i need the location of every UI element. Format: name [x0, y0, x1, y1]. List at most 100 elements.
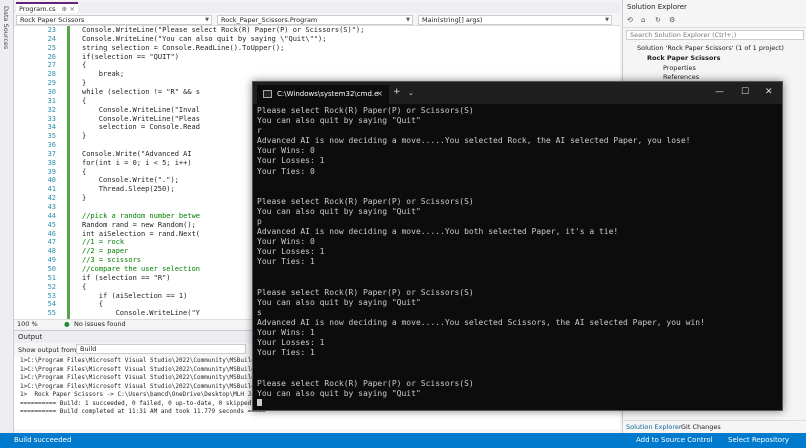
code-text: selection = Console.Read — [98, 123, 200, 132]
code-line[interactable]: 24 Console.WriteLine("You can also quit b… — [14, 35, 620, 44]
line-number: 28 — [47, 70, 56, 79]
line-number: 25 — [47, 43, 56, 52]
properties-node[interactable]: Properties — [663, 64, 696, 72]
data-sources-label[interactable]: Data Sources — [2, 6, 10, 49]
check-icon: ● — [64, 320, 70, 328]
terminal-scrollbar[interactable] — [775, 106, 780, 406]
line-number: 30 — [47, 87, 56, 96]
line-number: 49 — [47, 256, 56, 265]
tab-program-cs[interactable]: Program.cs ⊕ × — [16, 2, 78, 13]
project-node[interactable]: Rock Paper Scissors — [647, 54, 720, 62]
terminal-tab[interactable]: C:\Windows\system32\cmd.e × — [257, 85, 389, 104]
code-text: break; — [98, 70, 125, 79]
line-number: 36 — [47, 141, 56, 150]
terminal-output[interactable]: Please select Rock(R) Paper(P) or Scisso… — [257, 106, 777, 406]
solution-node[interactable]: Solution 'Rock Paper Scissors' (1 of 1 p… — [637, 44, 784, 52]
document-tab-strip: Program.cs ⊕ × — [14, 2, 620, 13]
code-text: } — [82, 194, 87, 203]
line-number: 54 — [47, 300, 56, 309]
code-line[interactable]: 28 break; — [14, 70, 620, 79]
minimize-icon[interactable]: — — [715, 87, 724, 97]
member-dropdown[interactable]: Main(string[] args) ▼ — [418, 15, 612, 25]
project-dropdown-value: Rock Paper Scissors — [20, 16, 85, 24]
code-text: if(selection == "QUIT") — [82, 52, 179, 61]
data-sources-sidebar[interactable]: Data Sources — [0, 0, 14, 433]
line-number: 31 — [47, 96, 56, 105]
cmd-icon — [263, 90, 272, 98]
home-icon[interactable]: ⌂ — [641, 16, 645, 24]
select-repository[interactable]: Select Repository — [728, 436, 789, 444]
code-line[interactable]: 26 if(selection == "QUIT") — [14, 53, 620, 62]
issues-status[interactable]: No issues found — [74, 320, 126, 328]
code-line[interactable]: 25 string selection = Console.ReadLine().… — [14, 44, 620, 53]
line-number: 43 — [47, 203, 56, 211]
terminal-titlebar[interactable]: C:\Windows\system32\cmd.e × + ⌄ — ☐ ✕ — [253, 82, 782, 104]
line-number: 53 — [47, 291, 56, 300]
add-to-source-control[interactable]: Add to Source Control — [636, 436, 713, 444]
code-text: { — [82, 167, 87, 176]
code-text: int aiSelection = rand.Next( — [82, 229, 201, 238]
class-dropdown[interactable]: Rock_Paper_Scissors.Program ▼ — [217, 15, 413, 25]
code-text: } — [82, 132, 87, 141]
code-line[interactable]: 27 { — [14, 61, 620, 70]
navigation-bar: Rock Paper Scissors ▼ Rock_Paper_Scissor… — [14, 13, 620, 26]
code-text: Console.WriteLine("You can also quit by … — [82, 34, 327, 43]
line-number: 55 — [47, 309, 56, 318]
close-tab-icon[interactable]: × — [376, 89, 383, 98]
line-number: 41 — [47, 185, 56, 194]
settings-icon[interactable]: ⚙ — [669, 16, 675, 24]
code-text: //1 = rock — [82, 238, 125, 247]
output-source-dropdown[interactable]: Build — [76, 344, 246, 354]
terminal-cursor — [257, 398, 262, 406]
zoom-level[interactable]: 100 % — [17, 320, 38, 328]
solution-explorer-title: Solution Explorer — [627, 3, 687, 11]
line-number: 45 — [47, 220, 56, 229]
code-text: //pick a random number betwe — [82, 211, 201, 220]
line-number: 38 — [47, 158, 56, 167]
tab-solution-explorer[interactable]: Solution Explorer — [626, 423, 682, 431]
line-number: 39 — [47, 167, 56, 176]
line-number: 42 — [47, 194, 56, 203]
chevron-down-icon[interactable]: ⌄ — [408, 89, 414, 97]
new-tab-icon[interactable]: + — [393, 87, 401, 97]
code-text: for(int i = 0; i < 5; i++) — [82, 158, 192, 167]
line-number: 40 — [47, 176, 56, 185]
code-text: //3 = scissors — [82, 256, 142, 265]
close-tab-icon[interactable]: × — [70, 5, 75, 13]
solution-explorer-search[interactable]: Search Solution Explorer (Ctrl+;) — [626, 30, 804, 40]
line-number: 50 — [47, 264, 56, 273]
code-text: while (selection != "R" && s — [82, 87, 201, 96]
chevron-down-icon: ▼ — [605, 17, 609, 23]
code-line[interactable]: 23 Console.WriteLine("Please select Rock(… — [14, 26, 620, 35]
line-number: 52 — [47, 282, 56, 291]
references-node[interactable]: References — [663, 73, 699, 81]
line-number: 27 — [47, 61, 56, 70]
solution-explorer-toolbar: ⟲ ⌂ ↻ ⚙ — [623, 13, 806, 28]
project-dropdown[interactable]: Rock Paper Scissors ▼ — [16, 15, 212, 25]
maximize-icon[interactable]: ☐ — [741, 87, 749, 97]
pin-icon[interactable]: ⊕ — [62, 5, 67, 13]
line-number: 35 — [47, 132, 56, 141]
tab-git-changes[interactable]: Git Changes — [681, 423, 721, 431]
chevron-down-icon: ▼ — [406, 17, 410, 23]
chevron-down-icon: ▼ — [205, 17, 209, 23]
terminal-window[interactable]: C:\Windows\system32\cmd.e × + ⌄ — ☐ ✕ Pl… — [252, 81, 783, 411]
solution-explorer-tabs: Solution Explorer Git Changes — [623, 420, 806, 433]
refresh-icon[interactable]: ↻ — [655, 16, 661, 24]
line-number: 32 — [47, 105, 56, 114]
line-number: 44 — [47, 211, 56, 220]
code-text: { — [82, 96, 87, 105]
output-source-value: Build — [80, 345, 97, 353]
code-text: Console.Write("Advanced AI — [82, 149, 192, 158]
code-text: } — [82, 79, 87, 88]
sync-icon[interactable]: ⟲ — [627, 16, 633, 24]
show-output-from-label: Show output from: — [18, 346, 79, 354]
terminal-tab-title: C:\Windows\system32\cmd.e — [277, 90, 379, 98]
close-window-icon[interactable]: ✕ — [765, 87, 773, 97]
line-number: 48 — [47, 247, 56, 256]
code-text: //compare the user selection — [82, 264, 201, 273]
code-text: { — [98, 300, 104, 309]
line-number: 23 — [47, 26, 56, 34]
line-number: 26 — [47, 52, 56, 61]
code-text: if (aiSelection == 1) — [98, 291, 188, 300]
